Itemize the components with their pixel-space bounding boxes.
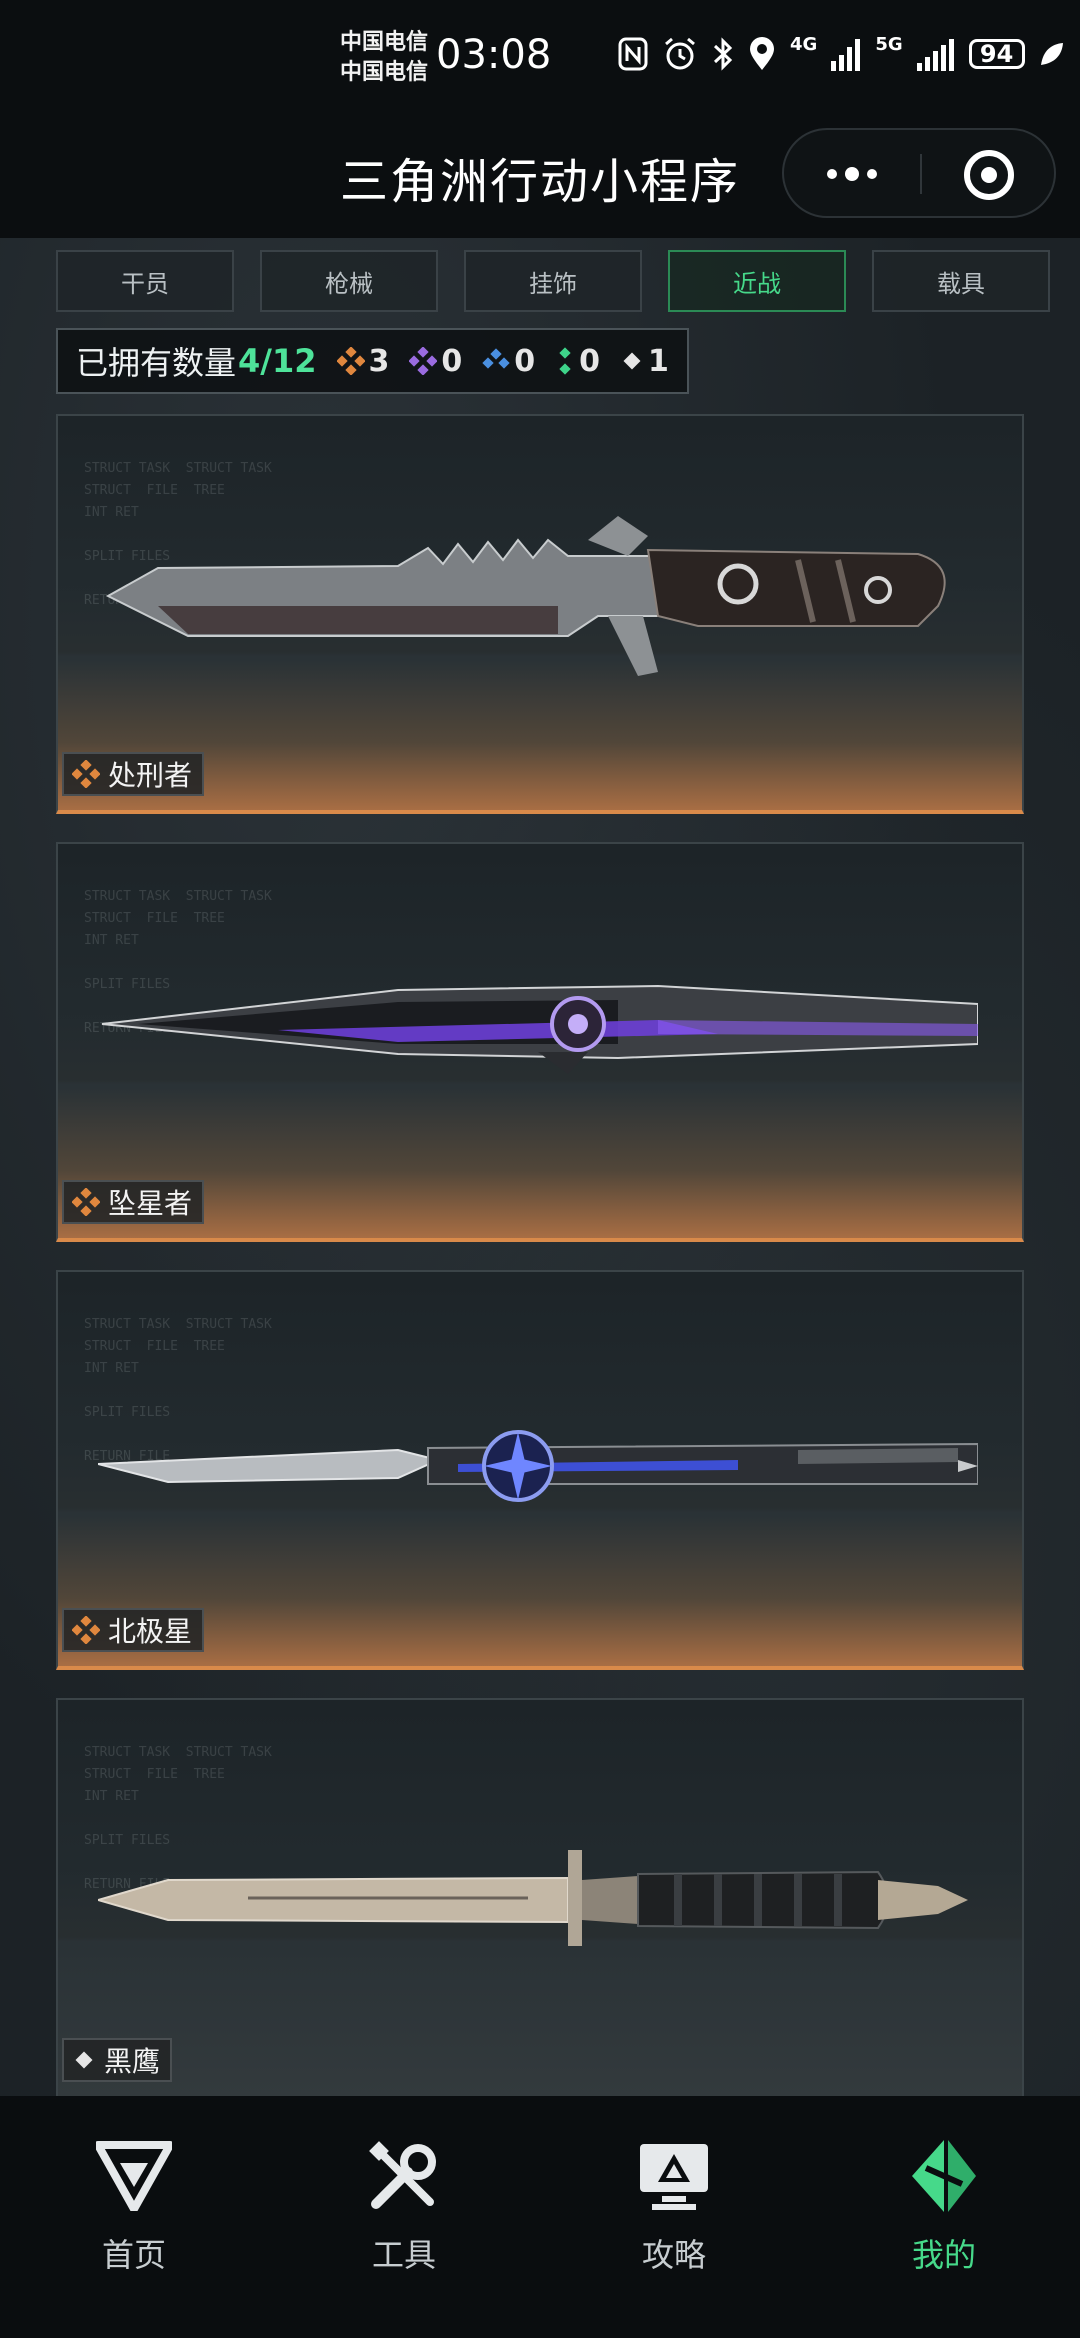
main-content[interactable]: 干员 枪械 挂饰 近战 载具 已拥有数量 4/12 3 0 0 0 1 STRU… bbox=[0, 238, 1080, 2096]
tab-melee[interactable]: 近战 bbox=[668, 250, 846, 312]
rarity-blue-count: 0 bbox=[514, 343, 536, 379]
rarity-blue: 0 bbox=[482, 344, 535, 379]
category-tabs: 干员 枪械 挂饰 近战 载具 bbox=[56, 250, 1050, 312]
network-2-label: 5G bbox=[875, 33, 903, 55]
blue-diamond-icon bbox=[482, 348, 510, 369]
rarity-green: 0 bbox=[555, 344, 600, 379]
signal-1-icon bbox=[831, 39, 861, 71]
location-icon bbox=[750, 37, 774, 70]
item-name-tag: 坠星者 bbox=[62, 1180, 205, 1224]
card-corner bbox=[1004, 844, 1022, 862]
card-corner bbox=[1004, 1272, 1022, 1290]
card-corner bbox=[58, 1700, 76, 1718]
item-name: 处刑者 bbox=[108, 759, 193, 792]
item-name-tag: 北极星 bbox=[62, 1608, 205, 1652]
rarity-green-count: 0 bbox=[579, 343, 600, 379]
white-diamond-icon bbox=[75, 2051, 93, 2069]
blackhawk-knife-image bbox=[98, 1850, 968, 1946]
purple-diamond-icon bbox=[409, 347, 438, 375]
carrier-info: 中国电信 中国电信 bbox=[340, 28, 428, 88]
card-corner bbox=[58, 844, 76, 862]
card-corner bbox=[58, 1272, 76, 1290]
carrier-2: 中国电信 bbox=[340, 60, 429, 85]
item-card[interactable]: STRUCT TASK STRUCT TASK STRUCT FILE TREE… bbox=[56, 842, 1024, 1242]
card-corner bbox=[1004, 1700, 1022, 1718]
bluetooth-icon bbox=[713, 37, 733, 71]
status-time: 03:08 bbox=[436, 32, 552, 78]
nav-home[interactable]: 首页 bbox=[44, 2136, 224, 2276]
network-1-label: 4G bbox=[790, 33, 818, 55]
more-dots-icon[interactable] bbox=[812, 154, 892, 194]
starfall-knife-image bbox=[101, 984, 978, 1074]
polaris-knife-image bbox=[98, 1430, 978, 1502]
home-logo-icon bbox=[94, 2136, 174, 2216]
gold-diamond-icon bbox=[72, 1188, 100, 1216]
rarity-white-count: 1 bbox=[648, 343, 669, 379]
nav-guide[interactable]: 攻略 bbox=[584, 2136, 764, 2276]
white-diamond-icon bbox=[623, 352, 641, 370]
system-icons: 4G 5G 94 bbox=[618, 33, 1065, 72]
mini-program-capsule bbox=[782, 128, 1056, 218]
capsule-divider bbox=[920, 154, 922, 194]
status-bar: 中国电信 中国电信 03:08 4G 5G 94 bbox=[0, 0, 1080, 122]
owned-summary: 已拥有数量 4/12 3 0 0 0 1 bbox=[56, 328, 689, 394]
gold-diamond-icon bbox=[336, 347, 365, 375]
rarity-gold: 3 bbox=[336, 343, 390, 379]
item-name-tag: 处刑者 bbox=[62, 752, 205, 796]
item-name: 坠星者 bbox=[108, 1187, 193, 1220]
tab-operators[interactable]: 干员 bbox=[56, 250, 234, 312]
rarity-gold-count: 3 bbox=[368, 343, 390, 379]
green-diamond-icon bbox=[559, 347, 571, 375]
nav-label: 攻略 bbox=[641, 2236, 706, 2274]
item-card[interactable]: STRUCT TASK STRUCT TASK STRUCT FILE TREE… bbox=[56, 1698, 1024, 2096]
carrier-1: 中国电信 bbox=[340, 30, 429, 55]
nav-tools[interactable]: 工具 bbox=[314, 2136, 494, 2276]
item-card[interactable]: STRUCT TASK STRUCT TASK STRUCT FILE TREE… bbox=[56, 414, 1024, 814]
rarity-purple-count: 0 bbox=[441, 343, 463, 379]
owned-label: 已拥有数量 bbox=[76, 344, 237, 382]
nav-label: 工具 bbox=[371, 2236, 436, 2274]
signal-2-icon bbox=[916, 39, 954, 71]
rarity-white: 1 bbox=[620, 344, 669, 379]
item-name: 黑鹰 bbox=[104, 2045, 161, 2078]
nav-label: 首页 bbox=[101, 2236, 166, 2274]
title-bar: 三角洲行动小程序 bbox=[0, 122, 1080, 238]
executioner-knife-image bbox=[105, 516, 946, 676]
item-name: 北极星 bbox=[108, 1615, 193, 1648]
battery-indicator: 94 bbox=[968, 39, 1025, 69]
nav-profile[interactable]: 我的 bbox=[854, 2136, 1034, 2276]
bottom-navigation: 首页 工具 攻略 我的 bbox=[0, 2096, 1080, 2338]
item-card[interactable]: STRUCT TASK STRUCT TASK STRUCT FILE TREE… bbox=[56, 1270, 1024, 1670]
guide-monitor-icon bbox=[634, 2136, 714, 2216]
owned-count: 4/12 bbox=[238, 342, 317, 380]
rarity-purple: 0 bbox=[409, 344, 462, 379]
tab-firearms[interactable]: 枪械 bbox=[260, 250, 438, 312]
nav-label: 我的 bbox=[911, 2236, 976, 2274]
tools-icon bbox=[364, 2136, 444, 2216]
leaf-icon bbox=[1040, 43, 1063, 65]
tab-vehicles[interactable]: 载具 bbox=[872, 250, 1050, 312]
nfc-icon bbox=[618, 37, 648, 71]
gold-diamond-icon bbox=[72, 760, 100, 788]
target-close-icon[interactable] bbox=[964, 150, 1014, 200]
card-corner bbox=[58, 416, 76, 434]
item-name-tag: 黑鹰 bbox=[62, 2038, 173, 2082]
alarm-icon bbox=[665, 37, 695, 70]
gold-diamond-icon bbox=[72, 1616, 100, 1644]
tab-charms[interactable]: 挂饰 bbox=[464, 250, 642, 312]
profile-logo-icon bbox=[904, 2136, 984, 2216]
card-corner bbox=[1004, 416, 1022, 434]
